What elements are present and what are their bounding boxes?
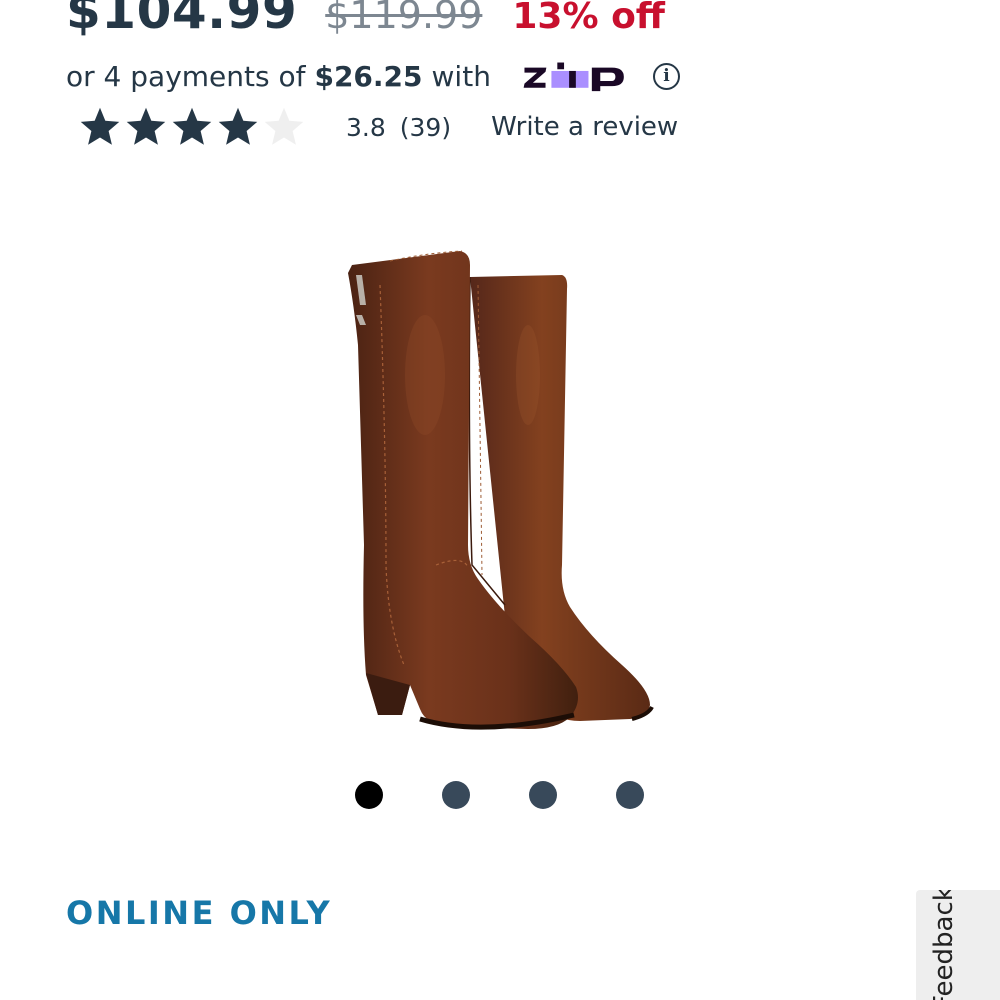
installment-prefix: or 4 payments of — [66, 59, 306, 93]
installment-amount: $26.25 — [314, 59, 423, 93]
current-price: $104.99 — [66, 0, 298, 40]
write-review-link[interactable]: Write a review — [491, 112, 678, 142]
brown-tall-boots-image[interactable] — [330, 245, 670, 755]
info-icon[interactable]: i — [652, 62, 680, 90]
carousel-dot[interactable] — [355, 781, 383, 809]
discount-label: 13% off — [512, 0, 665, 37]
installment-info: or 4 payments of $26.25 with i — [66, 56, 680, 96]
feedback-label: Feedback — [929, 890, 959, 1000]
price-row: $104.99 $119.99 13% off — [66, 0, 665, 52]
carousel-dots — [0, 781, 1000, 811]
online-only-badge: ONLINE ONLY — [66, 894, 333, 932]
star-rating — [78, 105, 308, 149]
star-filled-icon — [172, 107, 212, 145]
installment-suffix: with — [431, 59, 491, 93]
rating-score: 3.8 — [346, 112, 386, 142]
carousel-dot[interactable] — [442, 781, 470, 809]
zip-logo — [523, 62, 624, 92]
review-count[interactable]: (39) — [400, 113, 451, 142]
star-filled-icon — [126, 107, 166, 145]
original-price: $119.99 — [325, 0, 483, 37]
star-filled-icon — [218, 107, 258, 145]
star-filled-icon — [80, 107, 120, 145]
star-empty-icon — [264, 107, 304, 145]
carousel-dot[interactable] — [616, 781, 644, 809]
carousel-dot[interactable] — [529, 781, 557, 809]
feedback-tab[interactable]: Feedback — [916, 890, 1000, 1000]
rating-row: 3.8 (39) Write a review — [78, 104, 678, 150]
